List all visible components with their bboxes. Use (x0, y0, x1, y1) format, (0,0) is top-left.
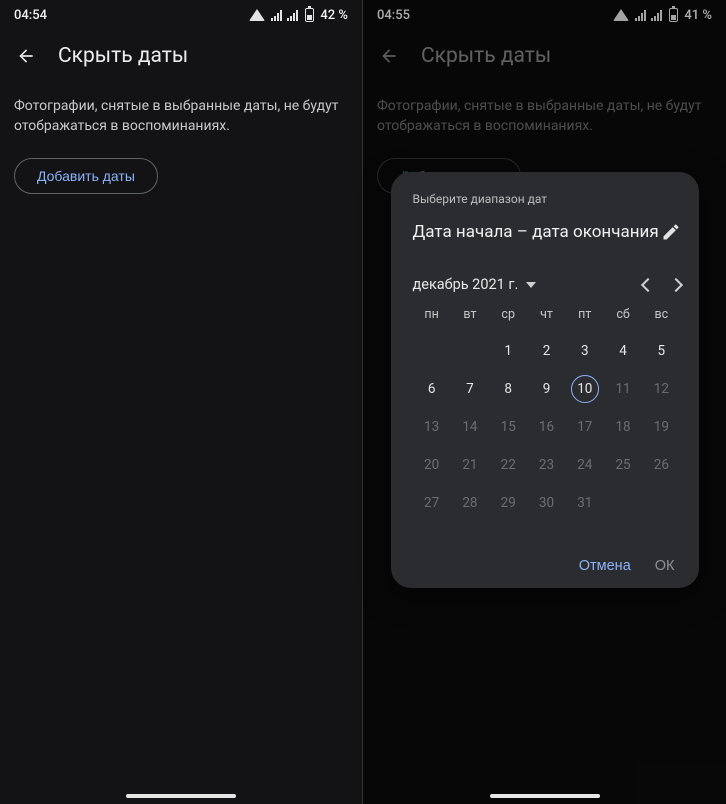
day-cell[interactable]: 25 (604, 446, 642, 484)
weekday-header: пн вт ср чт пт сб вс (413, 307, 681, 322)
day-cell[interactable]: 6 (413, 370, 451, 408)
day-cell[interactable]: 28 (451, 484, 489, 522)
day-cell[interactable]: 15 (489, 408, 527, 446)
screen-right: 04:55 41 % Скрыть даты Фотографии, сняты… (363, 0, 726, 804)
modal-backdrop[interactable]: Выберите диапазон дат Дата начала – дата… (363, 0, 726, 804)
day-cell[interactable]: 27 (413, 484, 451, 522)
cancel-button[interactable]: Отмена (579, 558, 631, 574)
day-cell[interactable]: 23 (527, 446, 565, 484)
day-cell[interactable]: 5 (642, 332, 680, 370)
day-cell[interactable]: 11 (604, 370, 642, 408)
day-cell[interactable]: 19 (642, 408, 680, 446)
battery-icon (305, 8, 314, 22)
calendar-week: 12345 (413, 332, 681, 370)
status-bar: 04:54 42 % (0, 0, 362, 28)
day-cell[interactable]: 7 (451, 370, 489, 408)
dow: чт (527, 307, 565, 322)
gesture-bar (490, 794, 600, 798)
app-bar: Скрыть даты (0, 28, 362, 84)
dow: вс (642, 307, 680, 322)
day-cell[interactable]: 21 (451, 446, 489, 484)
calendar-week: 13141516171819 (413, 408, 681, 446)
battery-text: 42 % (320, 8, 348, 23)
day-cell[interactable]: 30 (527, 484, 565, 522)
empty-cell (604, 484, 642, 522)
screen-left: 04:54 42 % Скрыть даты Фотографии, сняты… (0, 0, 363, 804)
month-row: декабрь 2021 г. (413, 276, 681, 293)
day-cell[interactable]: 9 (527, 370, 565, 408)
day-cell[interactable]: 13 (413, 408, 451, 446)
calendar-week: 6789101112 (413, 370, 681, 408)
month-nav (643, 280, 681, 290)
day-cell[interactable]: 22 (489, 446, 527, 484)
day-cell[interactable]: 16 (527, 408, 565, 446)
date-range-modal: Выберите диапазон дат Дата начала – дата… (391, 172, 699, 588)
dow: пн (413, 307, 451, 322)
status-time: 04:54 (14, 8, 47, 23)
ok-button[interactable]: ОК (655, 558, 675, 574)
empty-cell (413, 332, 451, 370)
status-icons: 42 % (249, 8, 348, 23)
day-cell[interactable]: 4 (604, 332, 642, 370)
day-cell[interactable]: 10 (566, 370, 604, 408)
calendar-body: 1234567891011121314151617181920212223242… (413, 332, 681, 522)
modal-actions: Отмена ОК (413, 558, 681, 574)
dow: ср (489, 307, 527, 322)
add-dates-button[interactable]: Добавить даты (14, 158, 158, 194)
signal-icon (271, 10, 282, 21)
page-title: Скрыть даты (58, 44, 188, 68)
description-text: Фотографии, снятые в выбранные даты, не … (14, 96, 348, 136)
day-cell[interactable]: 26 (642, 446, 680, 484)
empty-cell (451, 332, 489, 370)
day-cell[interactable]: 17 (566, 408, 604, 446)
signal-icon (287, 10, 298, 21)
modal-caption: Выберите диапазон дат (413, 192, 681, 206)
dow: пт (566, 307, 604, 322)
dow: вт (451, 307, 489, 322)
next-month-icon[interactable] (668, 277, 682, 291)
prev-month-icon[interactable] (640, 277, 654, 291)
day-cell[interactable]: 29 (489, 484, 527, 522)
day-cell[interactable]: 8 (489, 370, 527, 408)
day-cell[interactable]: 2 (527, 332, 565, 370)
day-cell[interactable]: 14 (451, 408, 489, 446)
day-cell[interactable]: 31 (566, 484, 604, 522)
calendar-week: 20212223242526 (413, 446, 681, 484)
calendar-week: 2728293031 (413, 484, 681, 522)
dropdown-icon (526, 282, 536, 288)
day-cell[interactable]: 20 (413, 446, 451, 484)
range-row: Дата начала – дата окончания (413, 222, 681, 242)
empty-cell (642, 484, 680, 522)
edit-icon[interactable] (661, 222, 681, 242)
back-icon[interactable] (16, 46, 36, 66)
month-label-text: декабрь 2021 г. (413, 276, 519, 293)
day-cell[interactable]: 24 (566, 446, 604, 484)
content: Фотографии, снятые в выбранные даты, не … (0, 84, 362, 206)
gesture-bar (126, 794, 236, 798)
day-cell[interactable]: 12 (642, 370, 680, 408)
day-cell[interactable]: 18 (604, 408, 642, 446)
day-cell[interactable]: 3 (566, 332, 604, 370)
month-selector[interactable]: декабрь 2021 г. (413, 276, 537, 293)
day-cell[interactable]: 1 (489, 332, 527, 370)
range-placeholder: Дата начала – дата окончания (413, 222, 659, 242)
dow: сб (604, 307, 642, 322)
wifi-icon (249, 9, 265, 21)
